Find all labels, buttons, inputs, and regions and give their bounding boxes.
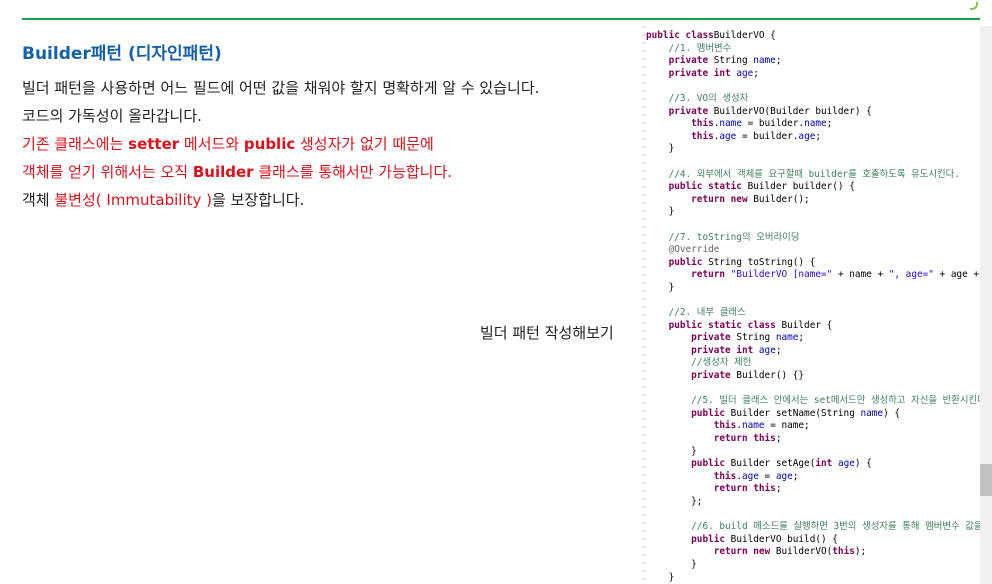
code-line: //4. 외부에서 객체를 요구할때 builder를 호출하도록 유도시킨다. bbox=[668, 168, 960, 180]
text-line-3-pre: 기존 클래스에는 bbox=[22, 135, 129, 153]
text-line-4-post: 클래스를 통해서만 가능합니다. bbox=[253, 163, 453, 181]
code-line: } bbox=[646, 445, 697, 457]
code-line: } bbox=[646, 206, 675, 218]
code-line: return new Builder(); bbox=[691, 193, 810, 205]
code-gutter bbox=[642, 26, 646, 584]
text-line-4: 객체를 얻기 위해서는 오직 Builder 클래스를 통해서만 가능합니다. bbox=[22, 158, 632, 186]
corner-decoration-icon bbox=[970, 2, 978, 10]
text-line-4-pre: 객체를 얻기 위해서는 오직 bbox=[22, 163, 193, 181]
code-line: private int age; bbox=[668, 67, 759, 79]
code-line: } bbox=[646, 281, 675, 293]
text-line-5-post: 을 보장합니다. bbox=[212, 191, 305, 209]
text-line-3-public: public bbox=[243, 135, 296, 153]
text-line-1: 빌더 패턴을 사용하면 어느 필드에 어떤 값을 채워야 할지 명확하게 알 수… bbox=[22, 79, 540, 97]
text-line-2: 코드의 가독성이 올라갑니다. bbox=[22, 107, 202, 125]
code-line: return this; bbox=[713, 433, 782, 444]
code-line: public static class Builder { bbox=[668, 319, 833, 331]
code-line: this.name = name; bbox=[713, 420, 810, 432]
code-line: public static Builder builder() { bbox=[668, 181, 855, 193]
code-line: //생성자 제한 bbox=[691, 357, 752, 369]
code-block: public classBuilderVO { //1. 멤버변수 privat… bbox=[640, 26, 980, 584]
text-line-3-post: 생성자가 없기 때문에 bbox=[295, 135, 434, 153]
code-line: } bbox=[646, 143, 675, 155]
code-line: private Builder() {} bbox=[691, 370, 805, 382]
text-line-3: 기존 클래스에는 setter 메서드와 public 생성자가 없기 때문에 bbox=[22, 130, 632, 158]
code-line: private BuilderVO(Builder builder) { bbox=[668, 105, 872, 117]
code-line: } bbox=[646, 571, 675, 583]
text-line-5-immutability: 불변성( Immutability ) bbox=[54, 191, 213, 209]
top-divider bbox=[22, 18, 980, 20]
text-line-5-pre: 객체 bbox=[22, 191, 55, 209]
code-line: private String name; bbox=[668, 55, 782, 67]
code-line: //3. VO의 생성자 bbox=[668, 92, 749, 104]
code-line: //5. 빌더 클래스 안에서는 set메서드만 생성하고 자신을 반환시킨다. bbox=[691, 395, 980, 407]
code-line: }; bbox=[646, 495, 703, 507]
scrollbar-thumb[interactable] bbox=[980, 464, 992, 496]
code-line: private String name; bbox=[691, 332, 805, 344]
code-line: //6. build 메소드를 실행하면 3번의 생성자를 통해 멤버변수 값을… bbox=[691, 521, 980, 533]
code-caption: 빌더 패턴 작성해보기 bbox=[480, 324, 614, 342]
code-line: return "BuilderVO [name=" + name + ", ag… bbox=[691, 269, 980, 281]
code-line: //1. 멤버변수 bbox=[668, 42, 732, 54]
code-line: this.age = builder.age; bbox=[691, 130, 822, 142]
code-line: return this; bbox=[713, 483, 782, 495]
text-line-5: 객체 불변성( Immutability )을 보장합니다. bbox=[22, 186, 632, 214]
code-line: private int age; bbox=[691, 344, 782, 356]
code-line: public Builder setAge(int age) { bbox=[691, 458, 872, 470]
code-line: public Builder setName(String name) { bbox=[691, 407, 901, 419]
content-left: Builder패턴 (디자인패턴) 빌더 패턴을 사용하면 어느 필드에 어떤 … bbox=[22, 42, 632, 214]
code-line: } bbox=[646, 558, 697, 570]
text-line-3-setter: setter bbox=[128, 135, 180, 153]
code-line: this.name = builder.name; bbox=[691, 118, 833, 130]
text-line-3-mid: 메서드와 bbox=[179, 135, 244, 153]
code-line: //2. 내부 클래스 bbox=[668, 307, 746, 319]
code-line: public String toString() { bbox=[668, 256, 816, 268]
code-line: return new BuilderVO(this); bbox=[713, 546, 867, 558]
page-scrollbar[interactable] bbox=[980, 26, 992, 584]
code-text: public classBuilderVO { //1. 멤버변수 privat… bbox=[640, 26, 980, 584]
code-line: public BuilderVO build() { bbox=[691, 533, 838, 545]
code-line: @Override bbox=[668, 244, 720, 256]
code-line: //7. toString의 오버라이딩 bbox=[668, 231, 800, 243]
code-line: public classBuilderVO { bbox=[646, 30, 776, 41]
code-line: this.age = age; bbox=[713, 470, 799, 482]
page-title: Builder패턴 (디자인패턴) bbox=[22, 44, 222, 64]
text-line-4-builder: Builder bbox=[192, 163, 254, 181]
